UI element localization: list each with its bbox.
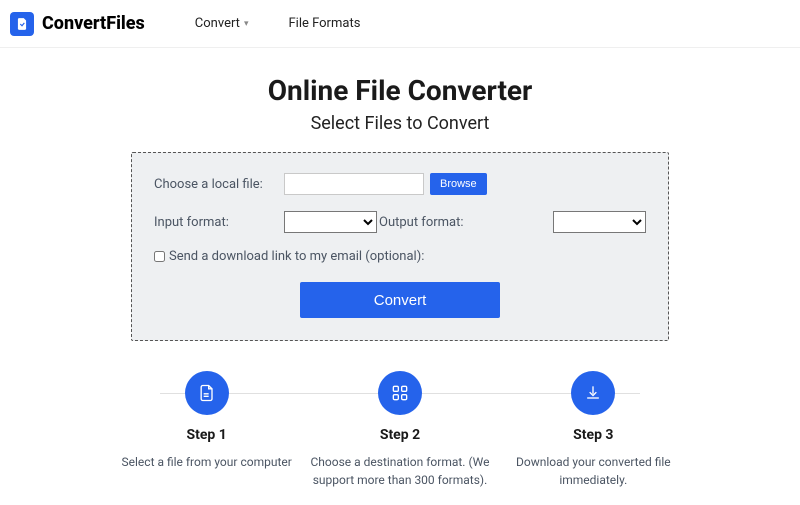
converter-panel: Choose a local file: Browse Input format…: [131, 152, 669, 341]
nav-convert-label: Convert: [195, 16, 240, 31]
step-1-desc: Select a file from your computer: [116, 453, 297, 471]
browse-button[interactable]: Browse: [430, 173, 487, 195]
page-title: Online File Converter: [0, 74, 800, 107]
top-nav: ConvertFiles Convert ▾ File Formats: [0, 0, 800, 48]
step-1-title: Step 1: [116, 427, 297, 443]
step-3-desc: Download your converted file immediately…: [503, 453, 684, 489]
nav-convert[interactable]: Convert ▾: [195, 16, 249, 31]
output-format-label: Output format:: [379, 215, 509, 230]
output-format-select[interactable]: [553, 211, 646, 233]
file-icon: [185, 371, 229, 415]
step-2-desc: Choose a destination format. (We support…: [309, 453, 490, 489]
email-label: Send a download link to my email (option…: [169, 249, 424, 264]
brand-logo-icon: [10, 12, 34, 36]
grid-icon: [378, 371, 422, 415]
input-format-label: Input format:: [154, 215, 284, 230]
step-3: Step 3 Download your converted file imme…: [497, 371, 690, 489]
brand-name: ConvertFiles: [42, 13, 145, 34]
step-3-title: Step 3: [503, 427, 684, 443]
steps-section: Step 1 Select a file from your computer …: [110, 371, 690, 489]
step-1: Step 1 Select a file from your computer: [110, 371, 303, 489]
page-subtitle: Select Files to Convert: [0, 113, 800, 134]
input-format-select[interactable]: [284, 211, 377, 233]
step-2: Step 2 Choose a destination format. (We …: [303, 371, 496, 489]
brand[interactable]: ConvertFiles: [10, 12, 145, 36]
convert-button[interactable]: Convert: [300, 282, 500, 318]
download-icon: [571, 371, 615, 415]
chevron-down-icon: ▾: [244, 19, 249, 29]
email-checkbox[interactable]: [154, 251, 165, 262]
nav-fileformats-label: File Formats: [288, 16, 360, 31]
choose-file-label: Choose a local file:: [154, 177, 284, 192]
step-2-title: Step 2: [309, 427, 490, 443]
nav-file-formats[interactable]: File Formats: [288, 16, 360, 31]
file-input[interactable]: [284, 173, 424, 195]
